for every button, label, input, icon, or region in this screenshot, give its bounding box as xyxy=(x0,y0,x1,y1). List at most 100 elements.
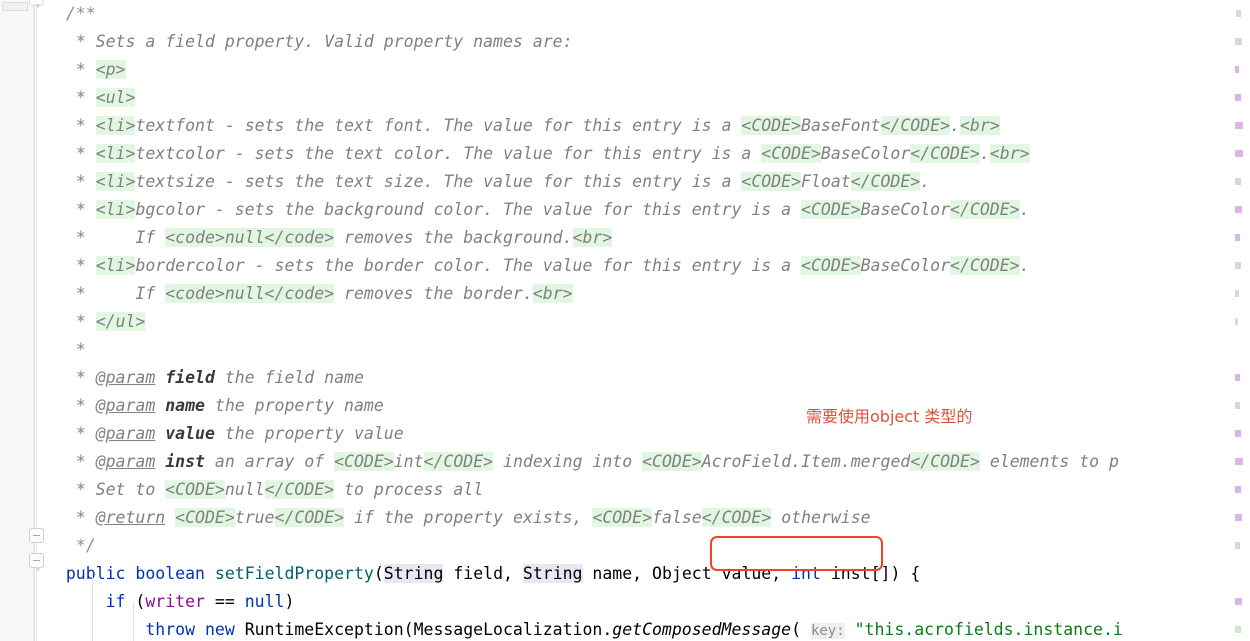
code-line[interactable]: /** xyxy=(46,0,1234,28)
code-line[interactable]: * @param name the property name xyxy=(46,392,1234,420)
code-token-jd: . xyxy=(1019,200,1030,219)
code-token-jdtag: </CODE> xyxy=(910,144,980,163)
code-token-jdtag: <CODE> xyxy=(165,480,225,499)
code-token-jd: true xyxy=(234,508,275,527)
code-line[interactable]: * If <code>null</code> removes the borde… xyxy=(46,280,1234,308)
code-token-ident: ( xyxy=(125,592,146,611)
code-token-jdtag: <CODE> xyxy=(592,508,653,527)
code-token-cmt: */ xyxy=(75,536,96,555)
code-token-jd: * xyxy=(75,144,96,163)
code-token-jdkw: @param xyxy=(95,452,156,471)
code-line[interactable]: * Sets a field property. Valid property … xyxy=(46,28,1234,56)
minimap-row xyxy=(1234,532,1250,560)
code-line[interactable]: * @return <CODE>true</CODE> if the prope… xyxy=(46,504,1234,532)
code-token-jd: int xyxy=(393,452,424,471)
minimap-tick xyxy=(1235,542,1240,549)
code-token-jd xyxy=(155,368,165,387)
code-line[interactable]: * @param value the property value xyxy=(46,420,1234,448)
code-line[interactable]: throw new RuntimeException(MessageLocali… xyxy=(46,616,1234,641)
code-line[interactable]: * <li>textfont - sets the text font. The… xyxy=(46,112,1234,140)
minimap-tick xyxy=(1235,66,1239,73)
code-token-jd: * xyxy=(75,200,96,219)
minimap-row xyxy=(1234,504,1250,532)
code-token-hint: key: xyxy=(810,623,845,639)
minimap-tick xyxy=(1235,290,1239,297)
minimap-row xyxy=(1234,112,1250,140)
code-token-jd: the property name xyxy=(204,396,384,415)
editor-gutter[interactable] xyxy=(0,0,35,641)
code-token-jd: * xyxy=(75,396,96,415)
code-line[interactable]: * </ul> xyxy=(46,308,1234,336)
minimap-row xyxy=(1234,168,1250,196)
code-token-kw: boolean xyxy=(135,564,205,583)
code-token-type-hl: String xyxy=(522,564,583,583)
code-token-kw: if xyxy=(105,592,126,611)
code-token-kw: null xyxy=(244,592,285,611)
code-token-jdtag: </CODE> xyxy=(880,116,951,135)
minimap-tick xyxy=(1235,206,1242,213)
code-token-jdtag: <li> xyxy=(95,144,136,163)
code-token-ident: name, Object value, xyxy=(582,564,792,583)
code-token-jdtag: </CODE> xyxy=(910,452,980,471)
code-line[interactable]: * @param inst an array of <CODE>int</COD… xyxy=(46,448,1234,476)
code-token-jd: . xyxy=(979,144,990,163)
code-token-jdkw: @param xyxy=(95,368,156,387)
fold-marker-top[interactable] xyxy=(29,0,44,9)
code-line[interactable]: * <ul> xyxy=(46,84,1234,112)
code-token-kw: int xyxy=(791,564,821,583)
code-token-jd: * xyxy=(75,88,96,107)
code-line[interactable]: * <li>textcolor - sets the text color. T… xyxy=(46,140,1234,168)
minimap-row xyxy=(1234,364,1250,392)
code-line[interactable]: * Set to <CODE>null</CODE> to process al… xyxy=(46,476,1234,504)
code-line[interactable]: public boolean setFieldProperty(String f… xyxy=(46,560,1234,588)
code-token-jd xyxy=(155,452,165,471)
code-token-jd: * Set to xyxy=(75,480,166,499)
minimap-tick xyxy=(1235,94,1241,101)
code-token-jdtag: <li> xyxy=(95,200,136,219)
code-token-jd: * xyxy=(75,424,96,443)
code-token-jdtag: <br> xyxy=(532,284,573,303)
code-token-jdtag: <br> xyxy=(989,144,1030,163)
code-token-jd: * If xyxy=(75,284,166,303)
code-token-jdtag: <CODE> xyxy=(334,452,394,471)
code-line[interactable]: if (writer == null) xyxy=(46,588,1234,616)
editor-minimap[interactable] xyxy=(1234,0,1250,641)
code-token-jd: bgcolor - sets the background color. The… xyxy=(135,200,802,219)
minimap-tick xyxy=(1235,150,1243,157)
code-token-jd: textcolor - sets the text color. The val… xyxy=(135,144,762,163)
code-line[interactable]: * @param field the field name xyxy=(46,364,1234,392)
minimap-row xyxy=(1234,476,1250,504)
code-editor[interactable]: /** * Sets a field property. Valid prope… xyxy=(0,0,1250,641)
minimap-tick xyxy=(1235,318,1238,325)
code-line[interactable]: */ xyxy=(46,532,1234,560)
code-token-jdtag: </CODE> xyxy=(850,172,921,191)
code-line[interactable]: * <li>bgcolor - sets the background colo… xyxy=(46,196,1234,224)
fold-marker-collapse-method[interactable] xyxy=(29,553,44,572)
code-token-jd: BaseColor xyxy=(860,256,951,275)
code-token-jd: AcroField.Item.merged xyxy=(701,452,911,471)
code-line[interactable]: * xyxy=(46,336,1234,364)
code-token-jd: * xyxy=(75,508,96,527)
code-token-jd: * xyxy=(75,368,96,387)
code-token-jdparam: name xyxy=(165,396,205,415)
code-line[interactable]: * <p> xyxy=(46,56,1234,84)
code-token-jdtag: <CODE> xyxy=(801,256,861,275)
code-text[interactable]: /** * Sets a field property. Valid prope… xyxy=(46,0,1234,641)
minimap-row xyxy=(1234,616,1250,641)
code-token-cmt: /** xyxy=(65,4,96,23)
user-annotation-text: 需要使用object 类型的 xyxy=(806,407,973,426)
code-line[interactable]: * <li>textsize - sets the text size. The… xyxy=(46,168,1234,196)
fold-marker-collapse-javadoc[interactable] xyxy=(29,528,44,543)
code-token-jdtagL: <code>null</code> xyxy=(165,284,335,303)
code-line[interactable]: * If <code>null</code> removes the backg… xyxy=(46,224,1234,252)
code-line[interactable]: * <li>bordercolor - sets the border colo… xyxy=(46,252,1234,280)
code-token-ident: == xyxy=(204,592,245,611)
minimap-tick xyxy=(1235,430,1241,437)
